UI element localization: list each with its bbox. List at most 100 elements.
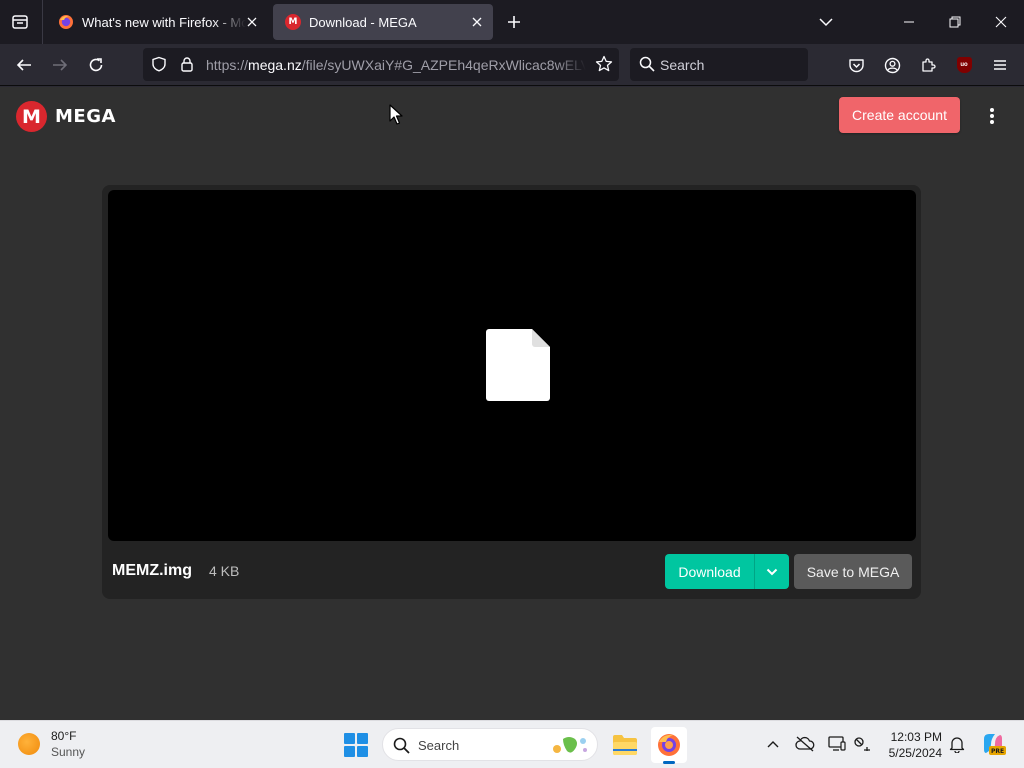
minimize-button[interactable] (886, 0, 932, 44)
folder-icon (613, 735, 637, 755)
copilot-icon: PRE (984, 734, 1006, 755)
firefox-view-icon (12, 15, 28, 29)
hamburger-menu-icon (994, 60, 1006, 70)
tab-close-button[interactable] (469, 14, 485, 30)
search-icon (639, 56, 655, 77)
taskbar-search-placeholder: Search (418, 738, 460, 753)
network-tray-button[interactable] (851, 733, 873, 755)
copilot-button[interactable]: PRE (980, 731, 1006, 757)
puzzle-icon (921, 57, 936, 72)
web-page: M MEGA Create account MEMZ.img 4 KB Down… (0, 87, 1024, 720)
reload-icon (89, 58, 103, 72)
tab-title: Download - MEGA (309, 14, 417, 30)
mega-icon: M (285, 14, 301, 30)
ublock-origin-button[interactable]: uo (949, 50, 979, 80)
search-placeholder: Search (660, 57, 705, 73)
close-window-button[interactable] (978, 0, 1024, 44)
close-icon (472, 17, 482, 27)
search-bar[interactable]: Search (630, 48, 808, 81)
bell-icon (949, 736, 965, 753)
star-icon (595, 55, 613, 72)
url-text[interactable]: https://mega.nz/file/syUWXaiY#G_AZPEh4qe… (206, 57, 586, 73)
taskbar-firefox[interactable] (651, 727, 687, 764)
url-scheme: https:// (206, 57, 249, 73)
weather-condition: Sunny (51, 745, 86, 759)
taskbar-file-explorer[interactable] (607, 727, 643, 763)
firefox-view-button[interactable] (6, 8, 34, 36)
search-highlight-icon (553, 737, 587, 753)
mouse-cursor-icon (389, 104, 403, 125)
site-info-button[interactable] (179, 56, 195, 77)
taskbar: 80°F Sunny Search 12:03 PM 5/25/2024 PRE (0, 720, 1024, 768)
weather-temperature: 80°F (51, 729, 77, 743)
reload-button[interactable] (81, 50, 111, 80)
account-button[interactable] (877, 50, 907, 80)
tab-firefox-whats-new[interactable]: What's new with Firefox - More (46, 4, 268, 40)
account-icon (884, 57, 900, 73)
display-tray-button[interactable] (826, 733, 848, 755)
arrow-left-icon (16, 59, 31, 71)
url-host: mega.nz (248, 57, 302, 73)
list-all-tabs-button[interactable] (814, 10, 838, 34)
more-options-button[interactable] (980, 104, 1004, 128)
plus-icon (508, 16, 520, 28)
windows-start-icon[interactable] (343, 732, 369, 758)
tab-title: What's new with Firefox - More (82, 14, 246, 30)
weather-widget[interactable]: 80°F Sunny (18, 728, 85, 760)
close-icon (247, 17, 257, 27)
restore-icon (949, 16, 961, 28)
active-app-indicator (663, 761, 675, 764)
pocket-icon (848, 58, 864, 72)
generic-file-icon (486, 329, 550, 401)
mega-logo[interactable]: M MEGA (16, 101, 116, 132)
firefox-icon (658, 734, 680, 756)
mega-logo-mark: M (16, 101, 47, 132)
forward-button[interactable] (45, 50, 75, 80)
download-button-group: Download (665, 554, 789, 589)
restore-button[interactable] (932, 0, 978, 44)
shield-icon (152, 56, 166, 72)
network-icon (854, 737, 870, 751)
tab-close-button[interactable] (244, 14, 260, 30)
file-size: 4 KB (209, 563, 240, 579)
mega-wordmark: MEGA (55, 106, 116, 127)
monitor-icon (828, 736, 846, 751)
svg-text:PRE: PRE (991, 748, 1004, 755)
save-to-mega-button[interactable]: Save to MEGA (794, 554, 912, 589)
show-hidden-icons-button[interactable] (762, 733, 784, 755)
ublock-icon: uo (956, 57, 972, 73)
app-menu-button[interactable] (985, 50, 1015, 80)
chevron-down-icon (766, 568, 778, 575)
arrow-right-icon (53, 59, 68, 71)
minimize-icon (904, 21, 914, 23)
taskbar-search-box[interactable]: Search (382, 728, 598, 761)
notifications-button[interactable] (946, 733, 968, 755)
pocket-button[interactable] (841, 50, 871, 80)
bookmark-button[interactable] (595, 55, 613, 78)
sun-icon (18, 733, 40, 755)
download-options-button[interactable] (755, 554, 789, 589)
kebab-menu-icon (990, 108, 994, 124)
address-bar[interactable]: https://mega.nz/file/syUWXaiY#G_AZPEh4qe… (143, 48, 619, 81)
download-button[interactable]: Download (665, 554, 755, 589)
create-account-button[interactable]: Create account (839, 97, 960, 133)
lock-icon (181, 57, 193, 72)
file-viewer: MEMZ.img 4 KB Download Save to MEGA (102, 185, 921, 599)
tab-strip: What's new with Firefox - More M Downloa… (0, 0, 1024, 44)
file-preview (108, 190, 916, 541)
clock-time: 12:03 PM (890, 730, 942, 744)
url-path: /file/syUWXaiY#G_AZPEh4qeRxWlicac8wELVPK (301, 57, 586, 73)
navigation-toolbar: https://mega.nz/file/syUWXaiY#G_AZPEh4qe… (0, 44, 1024, 86)
file-name: MEMZ.img (112, 562, 192, 579)
firefox-icon (59, 15, 73, 29)
tab-mega-download[interactable]: M Download - MEGA (273, 4, 493, 40)
system-clock[interactable]: 12:03 PM 5/25/2024 (880, 729, 942, 761)
new-tab-button[interactable] (502, 10, 526, 34)
tab-separator (42, 0, 43, 44)
back-button[interactable] (9, 50, 39, 80)
close-icon (995, 16, 1007, 28)
clock-date: 5/25/2024 (888, 746, 942, 760)
extensions-button[interactable] (913, 50, 943, 80)
onedrive-tray-button[interactable] (794, 733, 816, 755)
tracking-protection-button[interactable] (151, 56, 167, 77)
